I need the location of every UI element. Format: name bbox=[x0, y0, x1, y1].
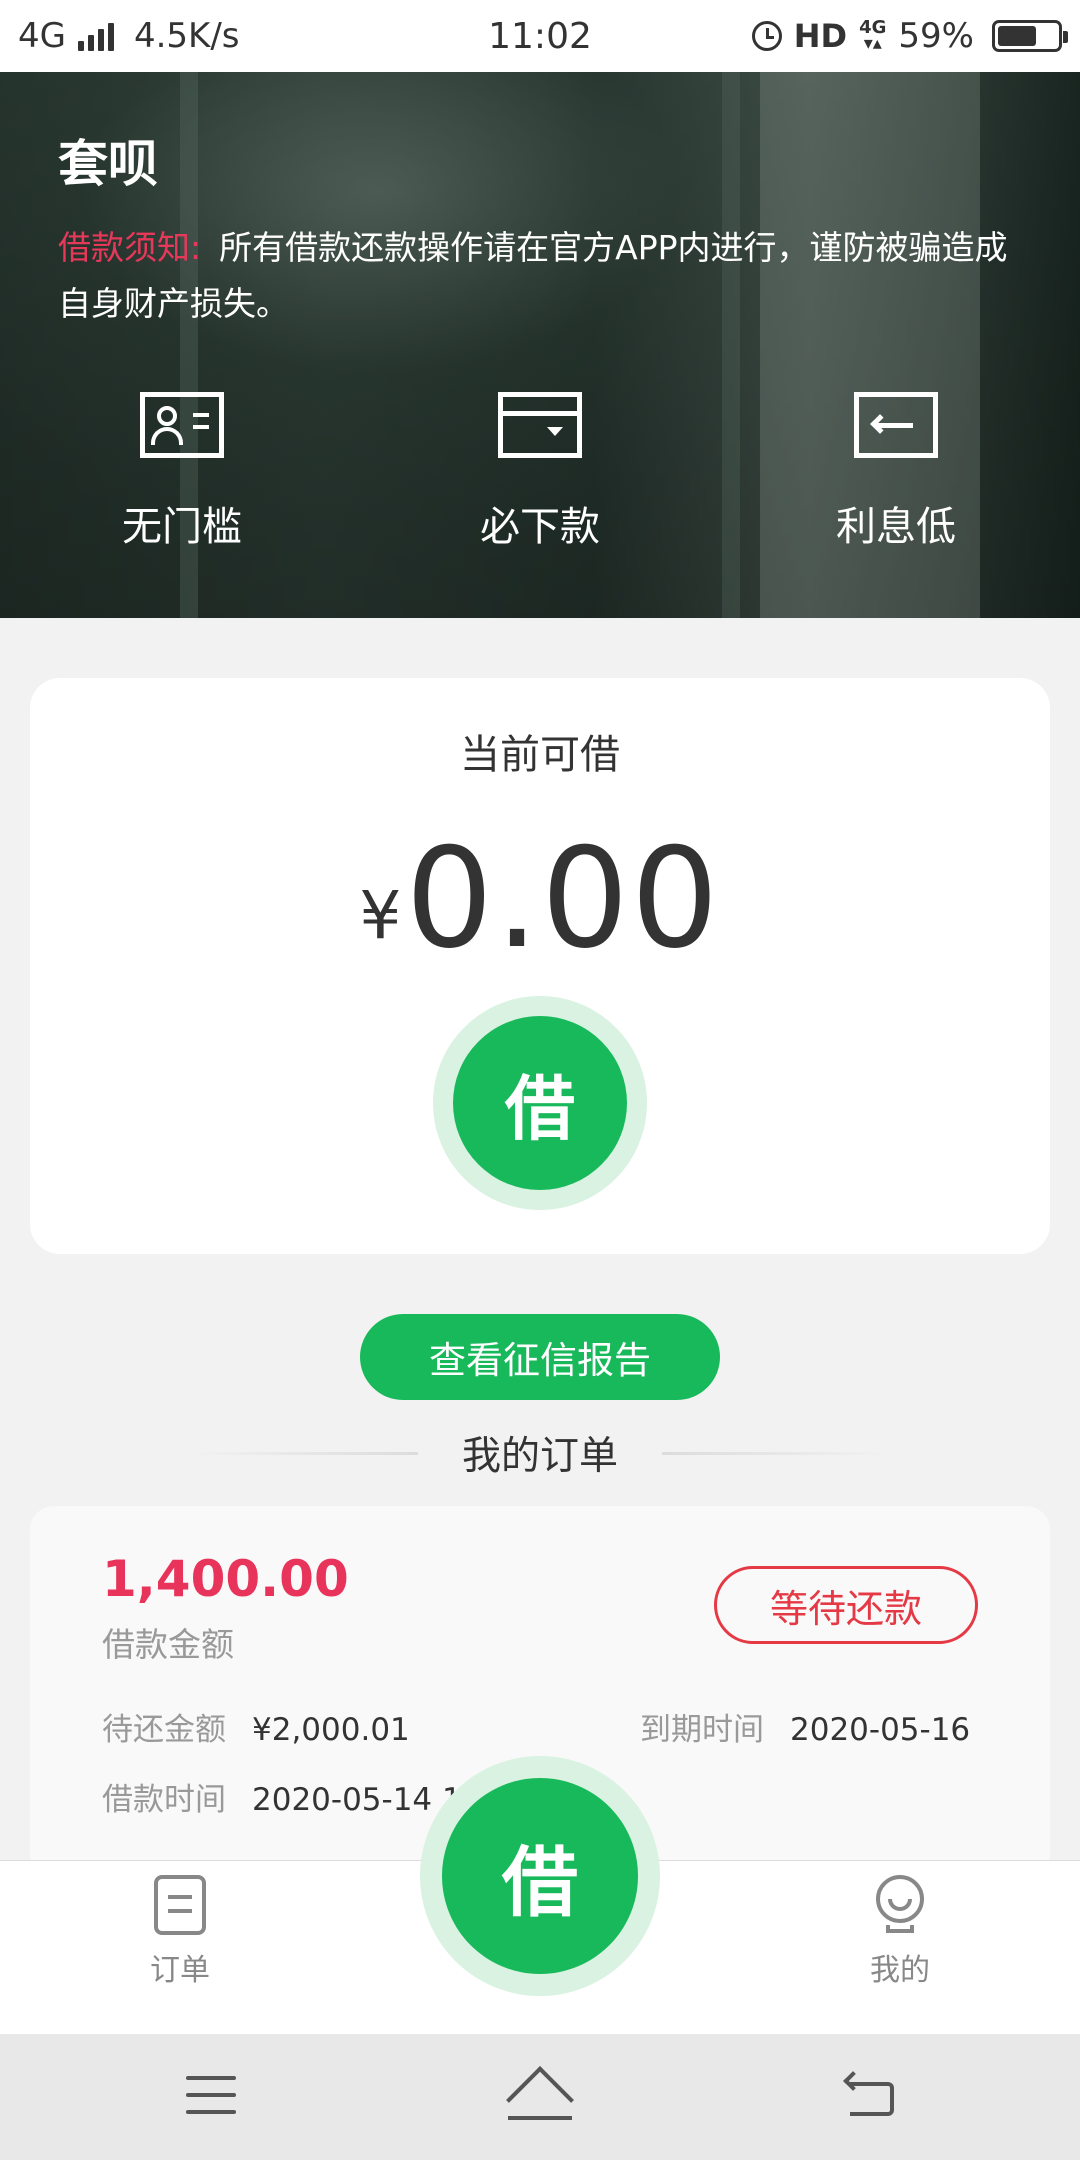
rate-icon bbox=[854, 392, 938, 458]
app-title: 套呗 bbox=[58, 135, 158, 193]
feature-guaranteed-loan: 必下款 bbox=[410, 392, 670, 552]
loan-notice: 借款须知: 所有借款还款操作请在官方APP内进行，谨防被骗造成自身财产损失。 bbox=[58, 220, 1028, 332]
battery-icon bbox=[992, 20, 1068, 52]
borrow-button-label: 借 bbox=[453, 1016, 627, 1190]
due-date-row: 到期时间 2020-05-16 bbox=[640, 1704, 970, 1749]
feature-label: 必下款 bbox=[480, 504, 600, 550]
signal-icon bbox=[77, 21, 114, 51]
wallet-icon bbox=[498, 392, 582, 458]
tab-mine-label: 我的 bbox=[870, 1953, 930, 1988]
divider bbox=[662, 1451, 892, 1455]
loan-time-value: 2020-05-14 1 bbox=[252, 1782, 462, 1818]
back-icon[interactable] bbox=[843, 2071, 894, 2118]
hd-indicator: HD bbox=[793, 17, 848, 55]
feature-low-interest: 利息低 bbox=[766, 392, 1026, 552]
tab-orders[interactable]: 订单 bbox=[100, 1875, 260, 1989]
status-bar: 4G 4.5K/s 11:02 HD 4G ▾▴ 59% bbox=[0, 0, 1080, 72]
due-amount-label: 待还金额 bbox=[102, 1712, 226, 1748]
feature-no-threshold: 无门槛 bbox=[52, 392, 312, 552]
borrow-button[interactable]: 借 bbox=[433, 996, 647, 1210]
id-card-icon bbox=[140, 392, 224, 458]
network-type: 4G bbox=[18, 16, 66, 56]
orders-title: 我的订单 bbox=[461, 1434, 618, 1479]
user-icon bbox=[874, 1875, 926, 1935]
feature-label: 无门槛 bbox=[122, 504, 242, 550]
network-speed: 4.5K/s bbox=[133, 16, 240, 56]
net-4g-icon: 4G ▾▴ bbox=[859, 19, 886, 54]
due-date-value: 2020-05-16 bbox=[790, 1712, 971, 1748]
loan-time-row: 借款时间 2020-05-14 1 bbox=[102, 1774, 462, 1819]
menu-icon[interactable] bbox=[186, 2076, 236, 2116]
hero-banner: 套呗 借款须知: 所有借款还款操作请在官方APP内进行，谨防被骗造成自身财产损失。… bbox=[0, 72, 1080, 618]
status-left: 4G 4.5K/s bbox=[18, 16, 240, 56]
available-credit-card: 当前可借 ¥0.00 借 bbox=[30, 678, 1050, 1254]
status-badge[interactable]: 等待还款 bbox=[714, 1566, 978, 1644]
tab-borrow-button[interactable]: 借 bbox=[420, 1756, 660, 1996]
document-icon bbox=[154, 1875, 206, 1935]
alarm-icon bbox=[751, 21, 782, 51]
feature-label: 利息低 bbox=[836, 504, 956, 550]
battery-percent: 59% bbox=[898, 16, 974, 56]
status-right: HD 4G ▾▴ 59% bbox=[751, 16, 1068, 56]
orders-section-header: 我的订单 bbox=[0, 1420, 1080, 1486]
due-amount-row: 待还金额 ¥2,000.01 bbox=[102, 1704, 410, 1749]
due-date-label: 到期时间 bbox=[640, 1712, 764, 1748]
status-time: 11:02 bbox=[488, 15, 592, 57]
loan-time-label: 借款时间 bbox=[102, 1782, 226, 1818]
data-arrows-icon: ▾▴ bbox=[863, 33, 882, 54]
due-amount-value: ¥2,000.01 bbox=[252, 1712, 410, 1748]
tab-orders-label: 订单 bbox=[150, 1953, 210, 1988]
system-navigation-bar bbox=[0, 2034, 1080, 2160]
available-credit-title: 当前可借 bbox=[460, 732, 620, 778]
amount-value: 0.00 bbox=[405, 818, 721, 979]
tab-mine[interactable]: 我的 bbox=[820, 1875, 980, 1989]
tab-borrow-label: 借 bbox=[442, 1778, 638, 1974]
order-amount: 1,400.00 bbox=[102, 1550, 349, 1608]
notice-label: 借款须知: bbox=[58, 228, 202, 267]
currency-symbol: ¥ bbox=[359, 877, 402, 954]
feature-list: 无门槛 必下款 利息低 bbox=[0, 392, 1080, 592]
available-amount: ¥0.00 bbox=[30, 818, 1050, 979]
divider bbox=[187, 1451, 418, 1455]
view-credit-report-button[interactable]: 查看征信报告 bbox=[360, 1314, 720, 1400]
order-amount-label: 借款金额 bbox=[102, 1625, 234, 1664]
home-icon[interactable] bbox=[506, 2066, 574, 2134]
